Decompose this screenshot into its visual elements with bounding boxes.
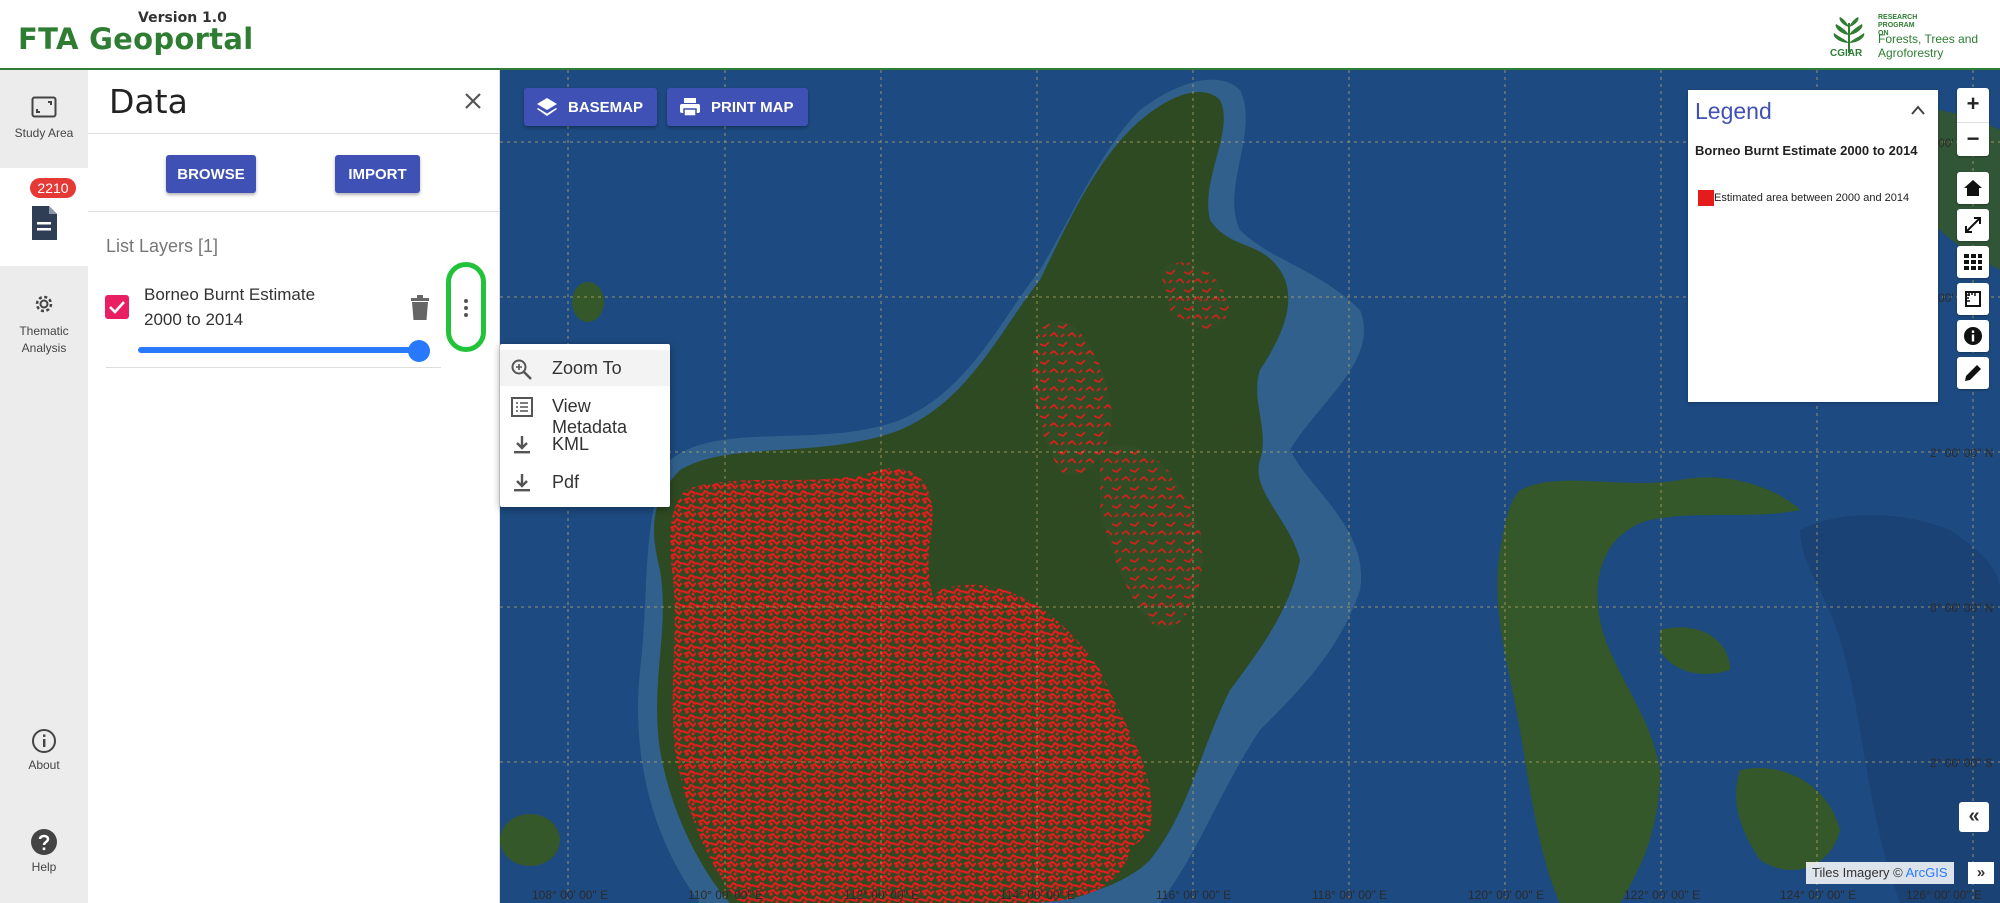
help-icon — [31, 829, 57, 855]
lat-label: 0° 00' 00" N — [1930, 601, 1994, 615]
home-icon — [1964, 180, 1982, 196]
app-title[interactable]: FTA Geoportal — [18, 22, 254, 56]
import-button[interactable]: IMPORT — [335, 155, 420, 193]
info-icon — [32, 729, 56, 753]
layer-name: Borneo Burnt Estimate 2000 to 2014 — [144, 285, 316, 329]
lat-label: 2° 00' 00" N — [1930, 446, 1994, 460]
lon-label: 122° 00' 00" E — [1624, 888, 1701, 902]
logo-org: CGIAR — [1830, 48, 1863, 59]
lon-label: 120° 00' 00" E — [1468, 888, 1545, 902]
menu-item-pdf[interactable]: Pdf — [500, 464, 670, 500]
divider — [106, 367, 441, 368]
logo-program-name: Forests, Trees and Agroforestry — [1878, 32, 1979, 60]
layer-context-menu: Zoom To View Metadata KML Pdf — [500, 344, 670, 507]
delete-layer-icon[interactable] — [408, 294, 432, 322]
lon-label: 114° 00' 00" E — [1000, 888, 1076, 902]
zoom-in-icon — [511, 359, 532, 380]
rail-label: Help — [31, 860, 57, 874]
printer-icon — [680, 98, 700, 117]
identify-button[interactable] — [1957, 320, 1989, 352]
rail-label: Study Area — [14, 126, 74, 140]
more-vertical-icon[interactable] — [462, 298, 470, 318]
lon-label: 126° 00' 00" E — [1906, 888, 1983, 902]
menu-item-kml[interactable]: KML — [500, 426, 670, 462]
measure-button[interactable] — [1957, 283, 1989, 315]
lon-label: 124° 00' 00" E — [1780, 888, 1857, 902]
rail-item-data[interactable]: 2210 — [0, 168, 88, 266]
opacity-slider-track[interactable] — [138, 347, 418, 353]
rail-item-about[interactable]: About — [0, 728, 88, 788]
layer-options-highlight — [446, 262, 486, 352]
rail-label: Thematic Analysis — [19, 324, 69, 355]
rail-label: About — [28, 758, 60, 772]
menu-item-zoom-to[interactable]: Zoom To — [500, 350, 670, 386]
map-attribution: Tiles Imagery © ArcGIS — [1806, 862, 1954, 884]
divider — [88, 133, 500, 134]
info-icon — [1964, 327, 1982, 345]
divider — [88, 211, 500, 212]
data-panel: Data BROWSE IMPORT List Layers [1] Borne… — [88, 70, 500, 903]
menu-item-view-metadata[interactable]: View Metadata — [500, 388, 670, 437]
lat-label: 2° 00' 00" S — [1930, 756, 1993, 770]
legend-panel: Legend Borneo Burnt Estimate 2000 to 201… — [1688, 90, 1938, 402]
lon-label: 118° 00' 00" E — [1312, 888, 1388, 902]
layer-visibility-checkbox[interactable] — [105, 295, 129, 319]
browse-button[interactable]: BROWSE — [166, 155, 256, 193]
layer-count-badge: 2210 — [30, 178, 76, 198]
full-extent-button[interactable] — [1957, 209, 1989, 241]
print-map-button[interactable]: PRINT MAP — [667, 88, 808, 126]
lon-label: 110° 00' 00" E — [688, 888, 764, 902]
draw-button[interactable] — [1957, 357, 1989, 389]
download-icon — [514, 436, 530, 454]
legend-swatch — [1698, 190, 1714, 206]
document-icon — [32, 206, 57, 240]
legend-entry: Estimated area between 2000 and 2014 — [1714, 192, 1910, 204]
expand-panel-button[interactable]: « — [1959, 802, 1989, 832]
close-icon[interactable] — [460, 88, 486, 114]
attribution-toggle-button[interactable]: » — [1968, 862, 1994, 884]
zoom-out-button[interactable]: − — [1957, 122, 1989, 156]
home-button[interactable] — [1957, 172, 1989, 204]
layers-icon — [537, 98, 557, 116]
list-icon — [511, 397, 533, 417]
rail-item-help[interactable]: Help — [0, 828, 88, 888]
zoom-in-button[interactable]: + — [1957, 88, 1989, 122]
nav-rail: Study Area 2210 Thematic Analysis About — [0, 70, 88, 903]
rail-item-thematic-analysis[interactable]: Thematic Analysis — [0, 280, 88, 360]
grid-button[interactable] — [1957, 246, 1989, 278]
map-frame-icon — [31, 96, 57, 118]
opacity-slider-thumb[interactable] — [408, 340, 430, 362]
legend-title: Legend — [1695, 98, 1772, 124]
check-icon — [109, 301, 125, 314]
list-layers-heading: List Layers [1] — [106, 236, 219, 256]
legend-layer-title: Borneo Burnt Estimate 2000 to 2014 — [1695, 143, 1918, 158]
ruler-icon — [1965, 291, 1981, 307]
chevron-up-icon[interactable] — [1910, 104, 1926, 116]
cgiar-logo: CGIAR RESEARCH PROGRAM ON Forests, Trees… — [1828, 8, 1988, 62]
panel-title: Data — [109, 82, 188, 121]
basemap-button[interactable]: BASEMAP — [524, 88, 658, 126]
zoom-controls: + − — [1957, 88, 1989, 156]
lon-label: 116° 00' 00" E — [1156, 888, 1232, 902]
expand-arrows-icon — [1965, 217, 1981, 233]
lon-label: 108° 00' 00" E — [532, 888, 609, 902]
grid-icon — [1964, 254, 1982, 270]
lon-label: 112° 00' 00" E — [844, 888, 920, 902]
download-icon — [514, 474, 530, 492]
pencil-icon — [1965, 365, 1981, 381]
arcgis-link[interactable]: ArcGIS — [1906, 865, 1948, 880]
gear-icon — [35, 295, 53, 313]
rail-item-study-area[interactable]: Study Area — [0, 70, 88, 168]
app-header: Version 1.0 FTA Geoportal CGIAR RESEARCH… — [0, 0, 2000, 70]
